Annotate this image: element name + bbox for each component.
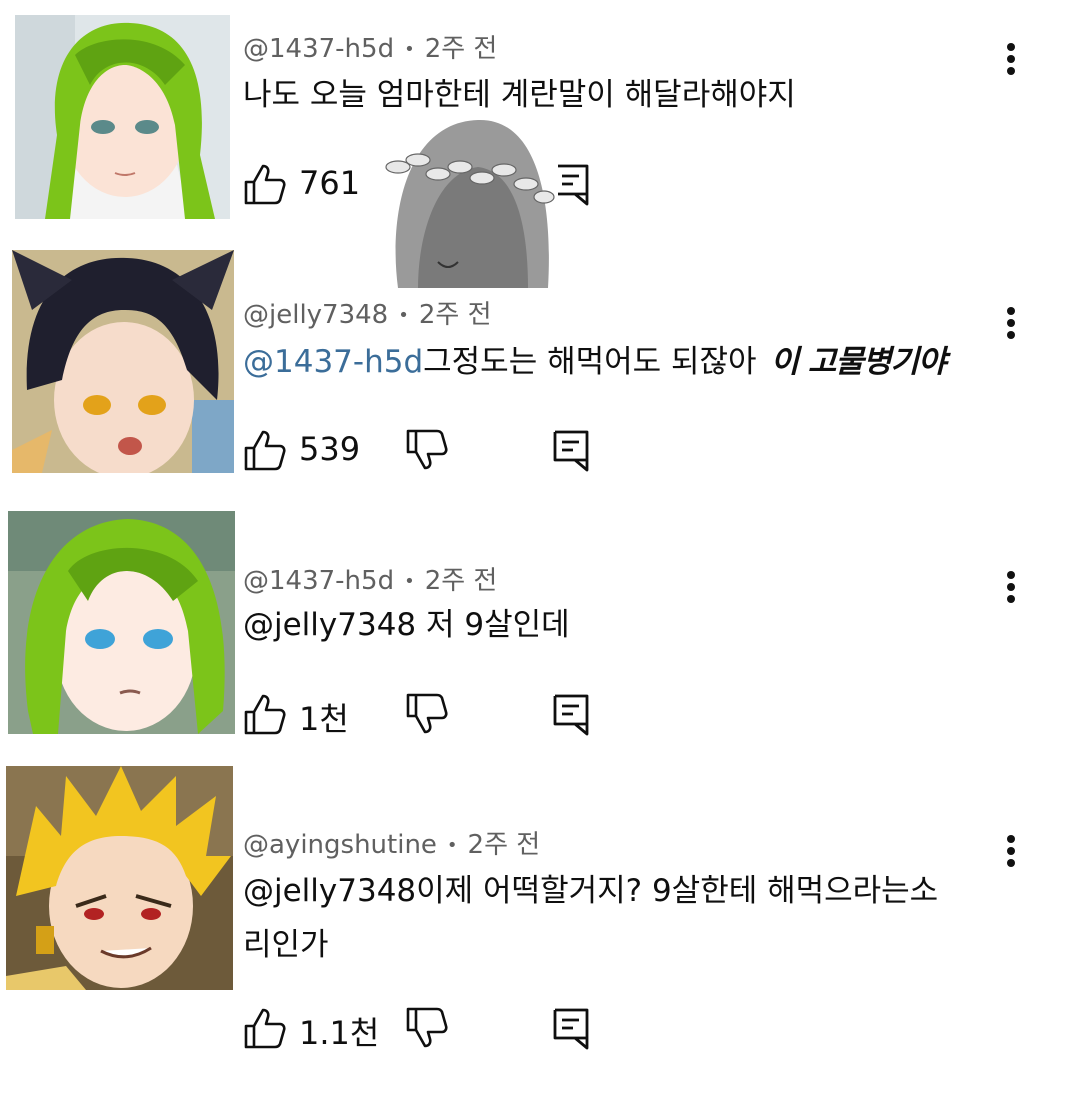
like-count: 1천	[299, 700, 349, 738]
avatar-green-hair-character	[8, 511, 235, 734]
more-vert-icon[interactable]	[998, 832, 1024, 872]
comment-text: @1437-h5d그정도는 해먹어도 되잖아 이 고물병기야	[243, 335, 1043, 389]
thumbs-down-icon[interactable]	[405, 1006, 449, 1050]
reply-comment-icon[interactable]	[551, 1006, 591, 1050]
thumbs-down-icon[interactable]	[405, 428, 449, 472]
avatar-green-hair-character	[15, 15, 230, 219]
comment-time: 2주 전	[424, 34, 498, 64]
like-count: 1.1천	[299, 1014, 380, 1052]
mention-link[interactable]: @1437-h5d	[243, 344, 423, 380]
comment-author[interactable]: @ayingshutine	[243, 830, 437, 860]
comment-actions: 1.1천	[243, 1006, 603, 1054]
more-vert-icon[interactable]	[998, 568, 1024, 608]
comment-meta: @1437-h5d • 2주 전	[243, 560, 497, 597]
avatar[interactable]	[12, 250, 234, 473]
comment-actions: 539	[243, 428, 603, 476]
more-vert-icon[interactable]	[998, 40, 1024, 80]
comment-author[interactable]: @1437-h5d	[243, 34, 394, 64]
comment-time: 2주 전	[418, 300, 492, 330]
thumbs-up-icon[interactable]	[243, 428, 287, 472]
comment-actions: 1천	[243, 692, 603, 740]
meta-separator-dot: •	[404, 39, 415, 60]
like-count: 761	[299, 164, 361, 202]
avatar[interactable]	[15, 15, 230, 219]
comment-time: 2주 전	[424, 566, 498, 596]
like-count: 539	[299, 430, 361, 468]
comment-author[interactable]: @jelly7348	[243, 300, 388, 330]
avatar[interactable]	[8, 511, 235, 734]
comment-text: @jelly7348이제 어떡할거지? 9살한테 해먹으라는소 리인가	[243, 864, 1003, 972]
thumbs-up-icon[interactable]	[243, 1006, 287, 1050]
comment-2: @jelly7348 • 2주 전 @1437-h5d그정도는 해먹어도 되잖아 이 …	[0, 240, 1080, 500]
meta-separator-dot: •	[446, 835, 458, 856]
thumbs-down-icon[interactable]	[405, 692, 449, 736]
handwritten-annotation: 이 고물병기야	[770, 344, 947, 380]
comment-meta: @jelly7348 • 2주 전	[243, 294, 492, 331]
more-vert-icon[interactable]	[998, 304, 1024, 344]
comment-body: 그정도는 해먹어도 되잖아	[423, 344, 757, 380]
avatar[interactable]	[6, 766, 233, 990]
comment-author[interactable]: @1437-h5d	[243, 566, 394, 596]
meta-separator-dot: •	[398, 305, 409, 326]
comment-4: @ayingshutine • 2주 전 @jelly7348이제 어떡할거지? 9…	[0, 760, 1080, 1102]
comment-meta: @1437-h5d • 2주 전	[243, 28, 497, 65]
thumbs-up-icon[interactable]	[243, 692, 287, 736]
comment-time: 2주 전	[467, 830, 541, 860]
comment-text-line-2: 리인가	[243, 927, 329, 963]
comment-text: 나도 오늘 엄마한테 계란말이 해달라해야지	[243, 77, 796, 113]
comment-meta: @ayingshutine • 2주 전	[243, 824, 540, 861]
reply-comment-icon[interactable]	[551, 692, 591, 736]
thumbs-up-icon[interactable]	[243, 162, 287, 206]
avatar-dark-hair-character	[12, 250, 234, 473]
comment-3: @1437-h5d • 2주 전 @jelly7348 저 9살인데 1천	[0, 500, 1080, 760]
comment-text: @jelly7348 저 9살인데	[243, 607, 570, 643]
reply-comment-icon[interactable]	[551, 428, 591, 472]
avatar-blonde-hair-character	[6, 766, 233, 990]
comment-text-line-1: @jelly7348이제 어떡할거지? 9살한테 해먹으라는소	[243, 873, 939, 909]
meta-separator-dot: •	[404, 571, 415, 592]
